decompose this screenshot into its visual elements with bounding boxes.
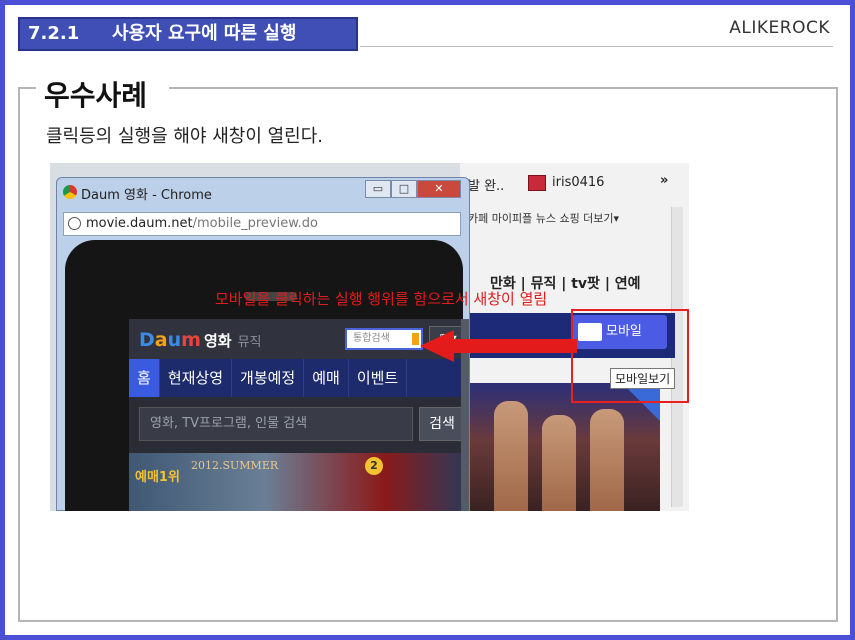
search-button[interactable]: 검색 — [419, 407, 465, 441]
minimize-button[interactable]: ▭ — [365, 180, 391, 198]
poster-figure — [590, 409, 624, 511]
mobile-search: 영화, TV프로그램, 인물 검색 검색 — [129, 397, 469, 453]
mobile-screen: Daum영화뮤직 통합검색 ▦▾ 홈 현재상영 개봉예정 예매 이벤트 영화, … — [129, 319, 469, 511]
logo-text: 영화 — [203, 332, 232, 350]
rank-badge: 예매1위 — [135, 467, 195, 489]
poster-figure — [494, 401, 528, 511]
url-host: movie.daum.net — [86, 216, 193, 231]
logo-sub-link[interactable]: 뮤직 — [238, 335, 262, 350]
logo-letter: m — [181, 329, 201, 351]
background-top-links[interactable]: 카페 마이피플 뉴스 쇼핑 더보기▾ — [468, 210, 619, 226]
nav-home[interactable]: 홈 — [129, 359, 160, 397]
red-arrow-icon — [420, 330, 577, 362]
nav-coming-soon[interactable]: 개봉예정 — [232, 359, 305, 397]
logo-letter: u — [167, 329, 182, 351]
section-title: 사용자 요구에 따른 실행 — [112, 23, 297, 44]
nav-now-showing[interactable]: 현재상영 — [160, 359, 233, 397]
search-input[interactable]: 영화, TV프로그램, 인물 검색 — [139, 407, 413, 441]
background-tab[interactable]: 발 완.. — [468, 175, 504, 194]
rank-text: 예매 — [135, 470, 159, 485]
rank-suffix: 위 — [167, 470, 180, 485]
chrome-logo-icon — [63, 185, 77, 199]
close-button[interactable]: ✕ — [417, 180, 461, 198]
bookmark-icon — [528, 175, 546, 191]
mobile-nav: 홈 현재상영 개봉예정 예매 이벤트 — [129, 359, 469, 397]
movie-banner[interactable]: 예매1위 2012.SUMMER 2 — [129, 453, 469, 511]
section-number: 7.2.1 — [28, 23, 80, 44]
rank-number: 1 — [158, 470, 168, 485]
box-description: 클릭등의 실행을 해야 새창이 열린다. — [46, 126, 324, 147]
brand-label: ALIKEROCK — [729, 18, 830, 38]
section-tag: 7.2.1 사용자 요구에 따른 실행 — [18, 17, 358, 51]
maximize-button[interactable]: □ — [391, 180, 417, 198]
search-badge-marker — [412, 333, 419, 345]
nav-event[interactable]: 이벤트 — [349, 359, 408, 397]
globe-icon — [68, 217, 81, 230]
example-screenshot: 발 완.. iris0416 » 카페 마이피플 뉴스 쇼핑 더보기▾ 만화 |… — [50, 163, 689, 511]
daum-logo[interactable]: Daum 영화 뮤직 — [139, 329, 261, 351]
mobile-header: Daum영화뮤직 통합검색 ▦▾ — [129, 319, 469, 359]
banner-number-badge: 2 — [365, 457, 383, 475]
search-badge-label: 통합검색 — [353, 333, 390, 344]
logo-letter: a — [154, 329, 168, 351]
header-divider — [360, 46, 833, 47]
box-title: 우수사례 — [36, 74, 170, 114]
more-tabs-icon[interactable]: » — [660, 173, 668, 188]
logo-letter: D — [139, 329, 155, 351]
nav-booking[interactable]: 예매 — [304, 359, 349, 397]
banner-caption: 2012.SUMMER — [191, 459, 279, 472]
address-bar[interactable]: movie.daum.net/mobile_preview.do — [63, 212, 461, 236]
url-path: /mobile_preview.do — [192, 216, 319, 231]
annotation-text: 모바일을 클릭하는 실행 행위를 함으로서 새창이 열림 — [215, 290, 548, 308]
highlight-box — [571, 309, 689, 403]
window-controls: ▭ □ ✕ — [365, 180, 461, 198]
poster-figure — [542, 415, 576, 511]
background-tab[interactable]: iris0416 — [552, 175, 604, 190]
window-title: Daum 영화 - Chrome — [81, 188, 212, 203]
integrated-search-button[interactable]: 통합검색 — [345, 328, 423, 350]
